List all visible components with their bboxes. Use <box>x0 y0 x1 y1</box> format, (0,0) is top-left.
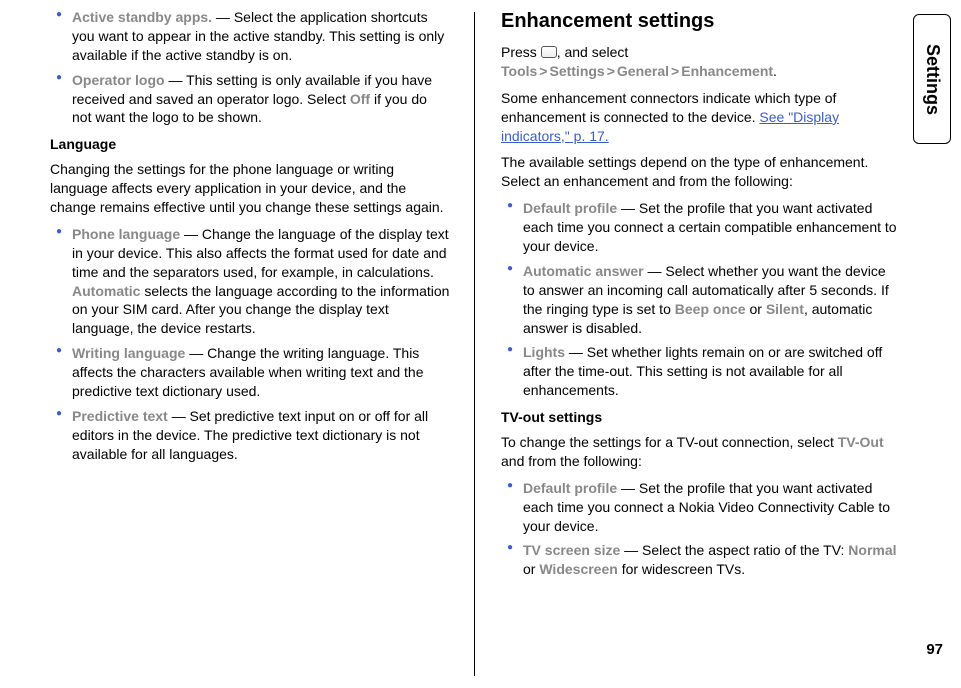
text: To change the settings for a TV-out conn… <box>501 434 838 450</box>
term-automatic-answer: Automatic answer <box>523 263 644 279</box>
path-tools: Tools <box>501 63 537 79</box>
standby-bullets: Active standby apps. — Select the applic… <box>50 8 450 127</box>
term-tv-screen-size: TV screen size <box>523 542 620 558</box>
menu-key-icon <box>541 46 557 58</box>
text: Press <box>501 44 541 60</box>
term-tv-default-profile: Default profile <box>523 480 617 496</box>
list-item: Lights — Set whether lights remain on or… <box>501 343 901 400</box>
list-item: Phone language — Change the language of … <box>50 225 450 338</box>
path-enhancement: Enhancement <box>681 63 773 79</box>
text: , and select <box>557 44 629 60</box>
breadcrumb-sep: > <box>537 63 549 79</box>
path-general: General <box>617 63 669 79</box>
ui-silent: Silent <box>766 301 804 317</box>
text: — Set whether lights remain on or are sw… <box>523 344 882 398</box>
breadcrumb-sep: > <box>605 63 617 79</box>
page: Active standby apps. — Select the applic… <box>0 0 961 688</box>
path-settings: Settings <box>549 63 604 79</box>
enhancement-bullets: Default profile — Set the profile that y… <box>501 199 901 400</box>
term-writing-language: Writing language <box>72 345 185 361</box>
list-item: Operator logo — This setting is only ava… <box>50 71 450 128</box>
page-number: 97 <box>926 641 943 658</box>
list-item: Writing language — Change the writing la… <box>50 344 450 401</box>
enhancement-heading: Enhancement settings <box>501 8 901 35</box>
language-intro: Changing the settings for the phone lang… <box>50 160 450 217</box>
term-operator-logo: Operator logo <box>72 72 165 88</box>
list-item: Default profile — Set the profile that y… <box>501 479 901 536</box>
list-item: Active standby apps. — Select the applic… <box>50 8 450 65</box>
tv-out-heading: TV-out settings <box>501 408 901 427</box>
available-settings-para: The available settings depend on the typ… <box>501 153 901 191</box>
tv-out-bullets: Default profile — Set the profile that y… <box>501 479 901 579</box>
ui-widescreen: Widescreen <box>539 561 617 577</box>
connector-para: Some enhancement connectors indicate whi… <box>501 89 901 146</box>
press-line: Press , and select Tools>Settings>Genera… <box>501 43 901 81</box>
ui-off: Off <box>350 91 370 107</box>
text: for widescreen TVs. <box>618 561 745 577</box>
tv-out-intro: To change the settings for a TV-out conn… <box>501 433 901 471</box>
list-item: TV screen size — Select the aspect ratio… <box>501 541 901 579</box>
list-item: Default profile — Set the profile that y… <box>501 199 901 256</box>
term-default-profile: Default profile <box>523 200 617 216</box>
language-heading: Language <box>50 135 450 154</box>
term-lights: Lights <box>523 344 565 360</box>
breadcrumb-sep: > <box>669 63 681 79</box>
list-item: Predictive text — Set predictive text in… <box>50 407 450 464</box>
term-active-standby-apps: Active standby apps. <box>72 9 212 25</box>
list-item: Automatic answer — Select whether you wa… <box>501 262 901 338</box>
text: or <box>523 561 539 577</box>
text: or <box>746 301 766 317</box>
draft-watermark: Draft <box>0 520 2 598</box>
right-column: Enhancement settings Press , and select … <box>493 8 901 680</box>
ui-normal: Normal <box>848 542 896 558</box>
column-divider <box>474 12 475 676</box>
ui-automatic: Automatic <box>72 283 140 299</box>
text: — Select the aspect ratio of the TV: <box>620 542 848 558</box>
section-tab: Settings <box>913 14 951 144</box>
section-tab-label: Settings <box>922 43 943 114</box>
term-predictive-text: Predictive text <box>72 408 168 424</box>
ui-tv-out: TV-Out <box>838 434 884 450</box>
text: . <box>773 63 777 79</box>
ui-beep-once: Beep once <box>675 301 746 317</box>
text: and from the following: <box>501 453 642 469</box>
language-bullets: Phone language — Change the language of … <box>50 225 450 464</box>
term-phone-language: Phone language <box>72 226 180 242</box>
left-column: Active standby apps. — Select the applic… <box>50 8 456 680</box>
